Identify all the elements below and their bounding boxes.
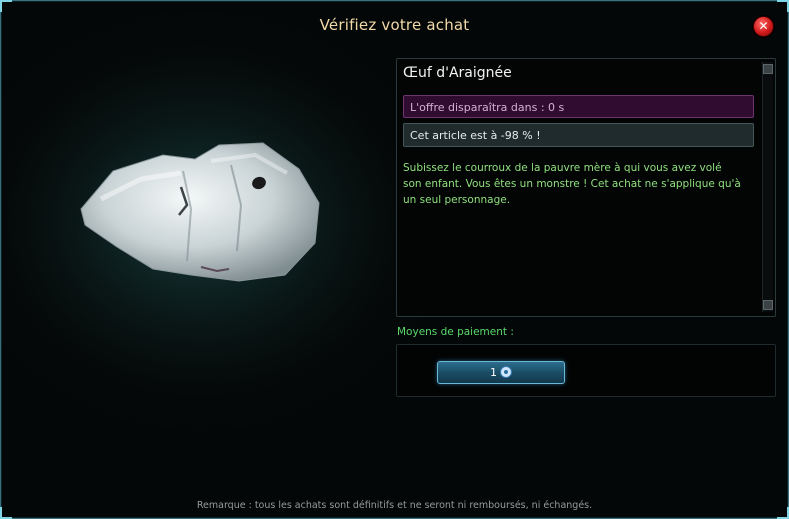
discount-banner: Cet article est à -98 % ! (403, 123, 754, 147)
item-info-panel: Œuf d'Araignée L'offre disparaîtra dans … (396, 58, 776, 317)
currency-coin-icon (500, 366, 512, 378)
description-scrollbar[interactable] (762, 62, 773, 312)
spider-egg-image (46, 106, 356, 336)
payment-panel: 1 (396, 344, 776, 397)
offer-timer-banner: L'offre disparaîtra dans : 0 s (403, 95, 754, 118)
payment-methods-label: Moyens de paiement : (397, 326, 514, 338)
scroll-up-button[interactable] (763, 64, 773, 74)
purchase-dialog: Vérifiez votre achat ✕ Œuf d'Araignée L'… (0, 0, 789, 519)
pay-button[interactable]: 1 (437, 361, 565, 384)
price-value: 1 (490, 366, 497, 379)
footer-remark: Remarque : tous les achats sont définiti… (196, 500, 593, 511)
dialog-title: Vérifiez votre achat (319, 16, 470, 34)
frame-corner (777, 0, 789, 12)
item-description: Subissez le courroux de la pauvre mère à… (403, 162, 741, 206)
scroll-down-button[interactable] (763, 300, 773, 310)
frame-corner (0, 0, 12, 12)
close-icon[interactable]: ✕ (753, 16, 774, 37)
item-name: Œuf d'Araignée (403, 65, 512, 81)
